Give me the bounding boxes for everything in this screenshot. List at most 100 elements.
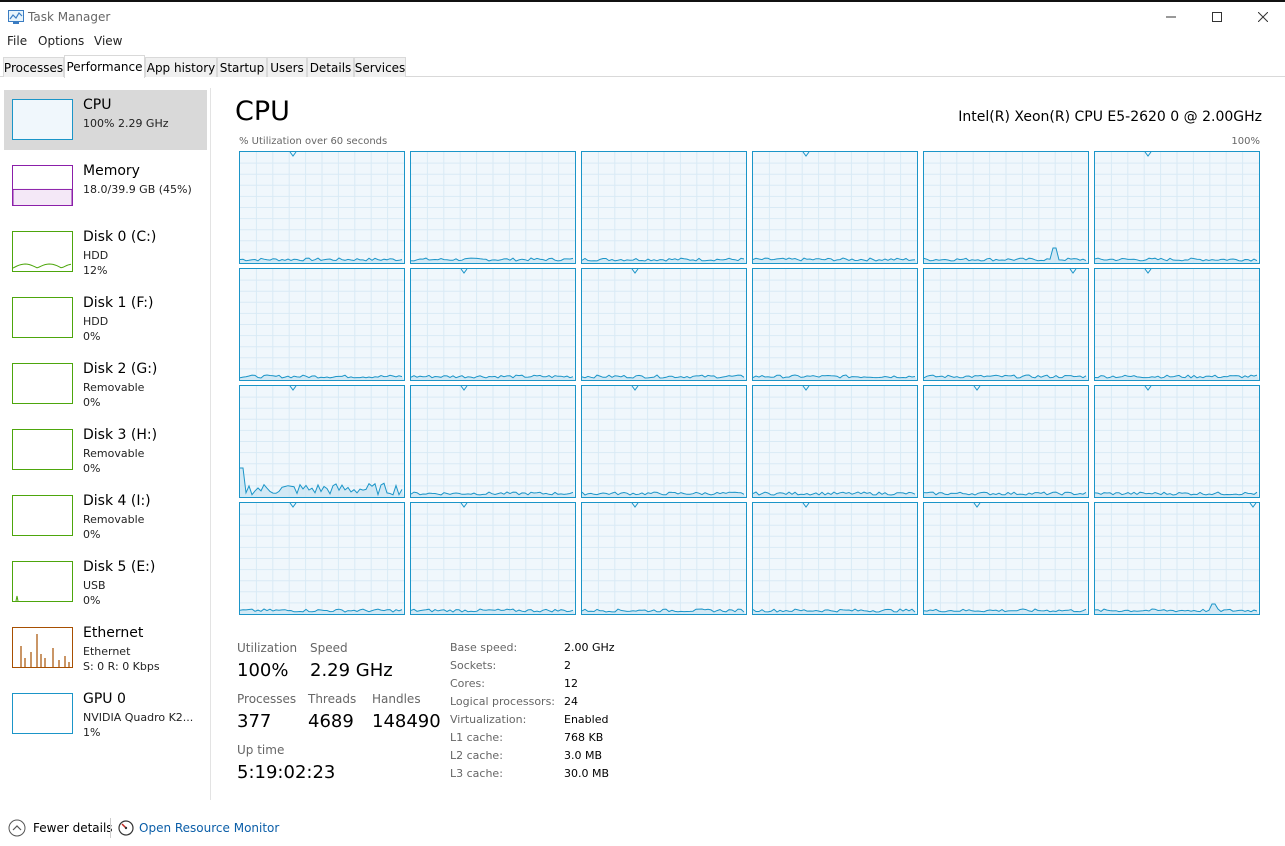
handles-value: 148490 [372,711,441,732]
tab-strip: Processes Performance App history Startu… [0,55,1285,78]
sidebar-thumbnail-graph [12,297,73,338]
spec-label: Logical processors: [450,695,556,708]
cpu-core-graph [1094,268,1260,381]
cpu-core-graph [239,385,405,498]
sidebar-item-value: S: 0 R: 0 Kbps [83,660,160,673]
sidebar-item-name: CPU [83,97,112,113]
cpu-core-graph [752,268,918,381]
sidebar-item-value: 0% [83,330,101,343]
sidebar-divider [210,88,211,800]
cpu-core-graph [581,502,747,615]
cpu-core-graph [1094,502,1260,615]
sidebar-item-name: Disk 1 (F:) [83,295,154,311]
cpu-model-name: Intel(R) Xeon(R) CPU E5-2620 0 @ 2.00GHz [958,109,1262,125]
sidebar-item-memory[interactable]: Memory 18.0/39.9 GB (45%) [4,156,207,216]
sidebar-item-value: 12% [83,264,108,277]
spec-label: Virtualization: [450,713,527,726]
menu-bar: File Options View [0,32,1285,52]
sidebar-item-disk-4-i[interactable]: Disk 4 (I:) Removable 0% [4,486,207,546]
tab-performance[interactable]: Performance [64,55,145,78]
sidebar-item-name: Disk 2 (G:) [83,361,158,377]
spec-value: 12 [564,677,578,690]
cpu-core-graph [239,268,405,381]
cpu-core-graph [581,151,747,264]
handles-label: Handles [372,692,421,706]
spec-label: L1 cache: [450,731,503,744]
sidebar-item-detail: 100% 2.29 GHz [83,117,169,130]
sidebar-item-name: GPU 0 [83,691,126,707]
chevron-up-icon[interactable] [8,819,26,837]
cpu-core-graph [923,385,1089,498]
task-manager-icon [8,10,24,24]
cpu-core-graph [581,385,747,498]
sidebar-item-ethernet[interactable]: Ethernet Ethernet S: 0 R: 0 Kbps [4,618,207,678]
open-resource-monitor-link[interactable]: Open Resource Monitor [139,821,279,835]
tab-startup[interactable]: Startup [217,57,267,77]
tab-details[interactable]: Details [307,57,354,77]
menu-options[interactable]: Options [38,34,84,48]
threads-value: 4689 [308,711,354,732]
graph-max-label: 100% [1231,136,1260,147]
sidebar-thumbnail-graph [12,561,73,602]
cpu-core-graph [410,268,576,381]
close-button[interactable] [1240,2,1285,32]
tab-processes[interactable]: Processes [3,57,64,77]
spec-label: L2 cache: [450,749,503,762]
resource-monitor-icon[interactable] [118,820,134,836]
cpu-core-graph [923,268,1089,381]
sidebar-item-detail: Removable [83,513,145,526]
sidebar-item-name: Disk 4 (I:) [83,493,151,509]
speed-label: Speed [310,641,348,655]
sidebar-item-value: 1% [83,726,101,739]
cpu-core-graph [410,151,576,264]
sidebar-item-disk-3-h[interactable]: Disk 3 (H:) Removable 0% [4,420,207,480]
sidebar-item-detail: USB [83,579,106,592]
close-icon [1258,12,1268,22]
sidebar-item-disk-1-f[interactable]: Disk 1 (F:) HDD 0% [4,288,207,348]
menu-view[interactable]: View [94,34,122,48]
minimize-button[interactable] [1148,2,1194,32]
speed-value: 2.29 GHz [310,660,393,681]
spec-value: 30.0 MB [564,767,610,780]
sidebar-item-detail: Removable [83,447,145,460]
fewer-details-link[interactable]: Fewer details [33,821,113,835]
cpu-core-graph [410,502,576,615]
tab-users[interactable]: Users [267,57,307,77]
page-title: CPU [235,96,290,127]
cpu-core-graph [752,151,918,264]
logical-processor-graphs[interactable] [239,151,1260,615]
sidebar-thumbnail-graph [12,165,73,206]
sidebar-item-disk-2-g[interactable]: Disk 2 (G:) Removable 0% [4,354,207,414]
maximize-icon [1212,12,1222,22]
cpu-core-graph [1094,151,1260,264]
sidebar-item-name: Disk 0 (C:) [83,229,157,245]
maximize-button[interactable] [1194,2,1240,32]
sidebar-item-detail: HDD [83,315,109,328]
sidebar-item-disk-5-e[interactable]: Disk 5 (E:) USB 0% [4,552,207,612]
cpu-core-graph [923,151,1089,264]
spec-value: 24 [564,695,578,708]
sidebar-item-value: 0% [83,528,101,541]
spec-label: Base speed: [450,641,518,654]
menu-file[interactable]: File [7,34,27,48]
sidebar-item-detail: Ethernet [83,645,131,658]
sidebar-item-detail: NVIDIA Quadro K2... [83,711,194,724]
cpu-core-graph [239,502,405,615]
cpu-core-graph [1094,385,1260,498]
sidebar-item-disk-0-c[interactable]: Disk 0 (C:) HDD 12% [4,222,207,282]
sidebar-item-value: 0% [83,396,101,409]
sidebar-item-cpu[interactable]: CPU 100% 2.29 GHz [4,90,207,150]
cpu-core-graph [752,502,918,615]
title-bar: Task Manager [0,2,1285,32]
spec-label: L3 cache: [450,767,503,780]
sidebar-item-gpu-0[interactable]: GPU 0 NVIDIA Quadro K2... 1% [4,684,207,744]
spec-value: Enabled [564,713,609,726]
footer-separator [110,818,111,838]
tab-services[interactable]: Services [354,57,406,77]
sidebar-item-name: Disk 5 (E:) [83,559,156,575]
sidebar-item-name: Ethernet [83,625,144,641]
tab-app-history[interactable]: App history [145,57,217,77]
resource-sidebar: CPU 100% 2.29 GHz Memory 18.0/39.9 GB (45%)… [0,88,211,800]
cpu-core-graph [581,268,747,381]
utilization-value: 100% [237,660,289,681]
